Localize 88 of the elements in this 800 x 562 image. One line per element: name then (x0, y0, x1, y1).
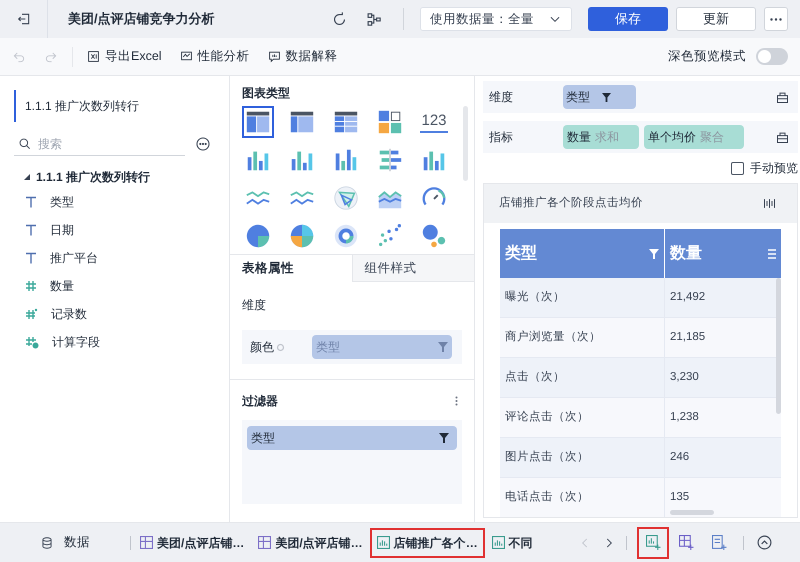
expand-triangle-icon[interactable] (24, 174, 30, 180)
sheet-tab[interactable]: 不同 (484, 528, 540, 558)
add-dashboard-icon[interactable] (679, 535, 694, 550)
filter-title: 过滤器 (242, 393, 278, 410)
chart-title: 店铺推广各个阶段点击均价 (499, 195, 643, 211)
field-item[interactable]: 类型 (14, 188, 185, 216)
aggregation-label: 聚合 (700, 129, 724, 146)
checkbox[interactable] (731, 162, 744, 174)
chart-type-option[interactable]: 123 (418, 106, 450, 138)
measure-name: 单个均价 (648, 129, 696, 146)
filter-icon (602, 92, 611, 102)
table-cell: 评论点击（次） (500, 398, 665, 438)
table-cell: 商户浏览量（次） (500, 318, 665, 358)
hash-icon (25, 280, 37, 292)
table-cell: 246 (665, 438, 781, 478)
excel-icon (87, 50, 100, 63)
field-item[interactable]: 记录数 (14, 300, 185, 328)
field-item[interactable]: 日期 (14, 216, 185, 244)
dark-mode-label: 深色预览模式 (668, 48, 746, 66)
dataset-title[interactable]: 1.1.1 推广次数列转行 (14, 90, 185, 122)
data-volume-dropdown[interactable]: 使用数据量：全量 (420, 7, 572, 31)
filter-icon (649, 248, 659, 258)
dataset-tree-label[interactable]: 1.1.1 推广次数列转行 (36, 168, 150, 186)
measure-pill[interactable]: 数量 求和 (563, 125, 639, 149)
add-chart-button[interactable] (637, 526, 669, 558)
more-button[interactable] (764, 7, 788, 31)
table-cell: 图片点击（次） (500, 438, 665, 478)
aggregation-label: 求和 (595, 129, 619, 146)
text-field-icon (25, 252, 37, 264)
field-item[interactable]: 计算字段 (14, 328, 185, 356)
save-button[interactable]: 保存 (588, 7, 668, 31)
binding-label: 维度 (488, 89, 514, 106)
section-label: 维度 (242, 297, 267, 314)
toolbar-button[interactable]: 性能分析 (180, 47, 250, 66)
table-cell: 点击（次） (500, 358, 665, 398)
dashboard-icon (140, 536, 153, 549)
dimension-pill[interactable]: 类型 (563, 85, 636, 109)
chart-sheet-icon (492, 536, 505, 549)
gear-icon (276, 342, 285, 352)
text-field-icon (25, 196, 37, 208)
measure-name: 数量 (567, 129, 591, 146)
collapse-icon[interactable] (756, 534, 773, 551)
table-cell: 1,238 (665, 398, 781, 438)
update-button[interactable]: 更新 (676, 7, 756, 31)
hash-icon (25, 308, 38, 320)
property-label: 颜色 (250, 338, 308, 356)
table-cell: 电话点击（次） (500, 478, 665, 517)
checkbox-label: 手动预览 (750, 160, 798, 177)
binding-label: 指标 (488, 129, 514, 146)
performance-icon (180, 50, 193, 63)
menu-icon (768, 248, 776, 258)
field-item[interactable]: 数量 (14, 272, 185, 300)
dashboard-icon (258, 536, 272, 549)
more-icon (770, 18, 782, 20)
toolbar-button[interactable]: 导出Excel (87, 47, 162, 66)
table-cell: 135 (665, 478, 781, 517)
add-report-icon[interactable] (712, 535, 727, 550)
text-field-icon (25, 224, 37, 236)
report-title: 美团/点评店铺竞争力分析 (68, 10, 215, 28)
refresh-icon[interactable] (331, 10, 348, 28)
search-field[interactable]: 搜索 (38, 134, 138, 152)
field-item[interactable]: 推广平台 (14, 244, 185, 272)
more-icon[interactable] (455, 396, 458, 406)
filter-field-pill[interactable]: 类型 (247, 426, 457, 450)
dark-mode-toggle[interactable] (756, 48, 788, 65)
data-tab[interactable]: 数据 (64, 533, 90, 552)
calculated-field-icon (25, 336, 39, 348)
chart-type-option[interactable] (242, 106, 274, 138)
flow-icon[interactable] (366, 10, 383, 28)
filter-icon (439, 433, 449, 443)
column-icon[interactable] (762, 196, 777, 211)
measure-pill[interactable]: 单个均价 聚合 (644, 125, 744, 149)
property-tab[interactable]: 组件样式 (352, 255, 474, 282)
chart-sheet-icon (376, 536, 390, 549)
database-icon (40, 536, 54, 550)
sheet-tab[interactable]: 美团/点评店铺… (133, 528, 252, 558)
more-options-icon[interactable] (195, 136, 211, 152)
toolbar-button[interactable]: 数据解释 (268, 47, 338, 66)
search-icon (18, 136, 32, 150)
sheet-tab[interactable]: 店铺推广各个… (370, 528, 485, 558)
exit-icon (16, 11, 32, 27)
filter-icon (438, 342, 448, 352)
sheet-tab[interactable]: 美团/点评店铺… (251, 528, 370, 558)
add-chart-icon (646, 535, 660, 550)
table-cell: 21,492 (665, 278, 781, 318)
table-cell: 曝光（次） (500, 278, 665, 318)
chat-chart-icon (268, 50, 281, 63)
chart-type-title: 图表类型 (242, 85, 291, 102)
